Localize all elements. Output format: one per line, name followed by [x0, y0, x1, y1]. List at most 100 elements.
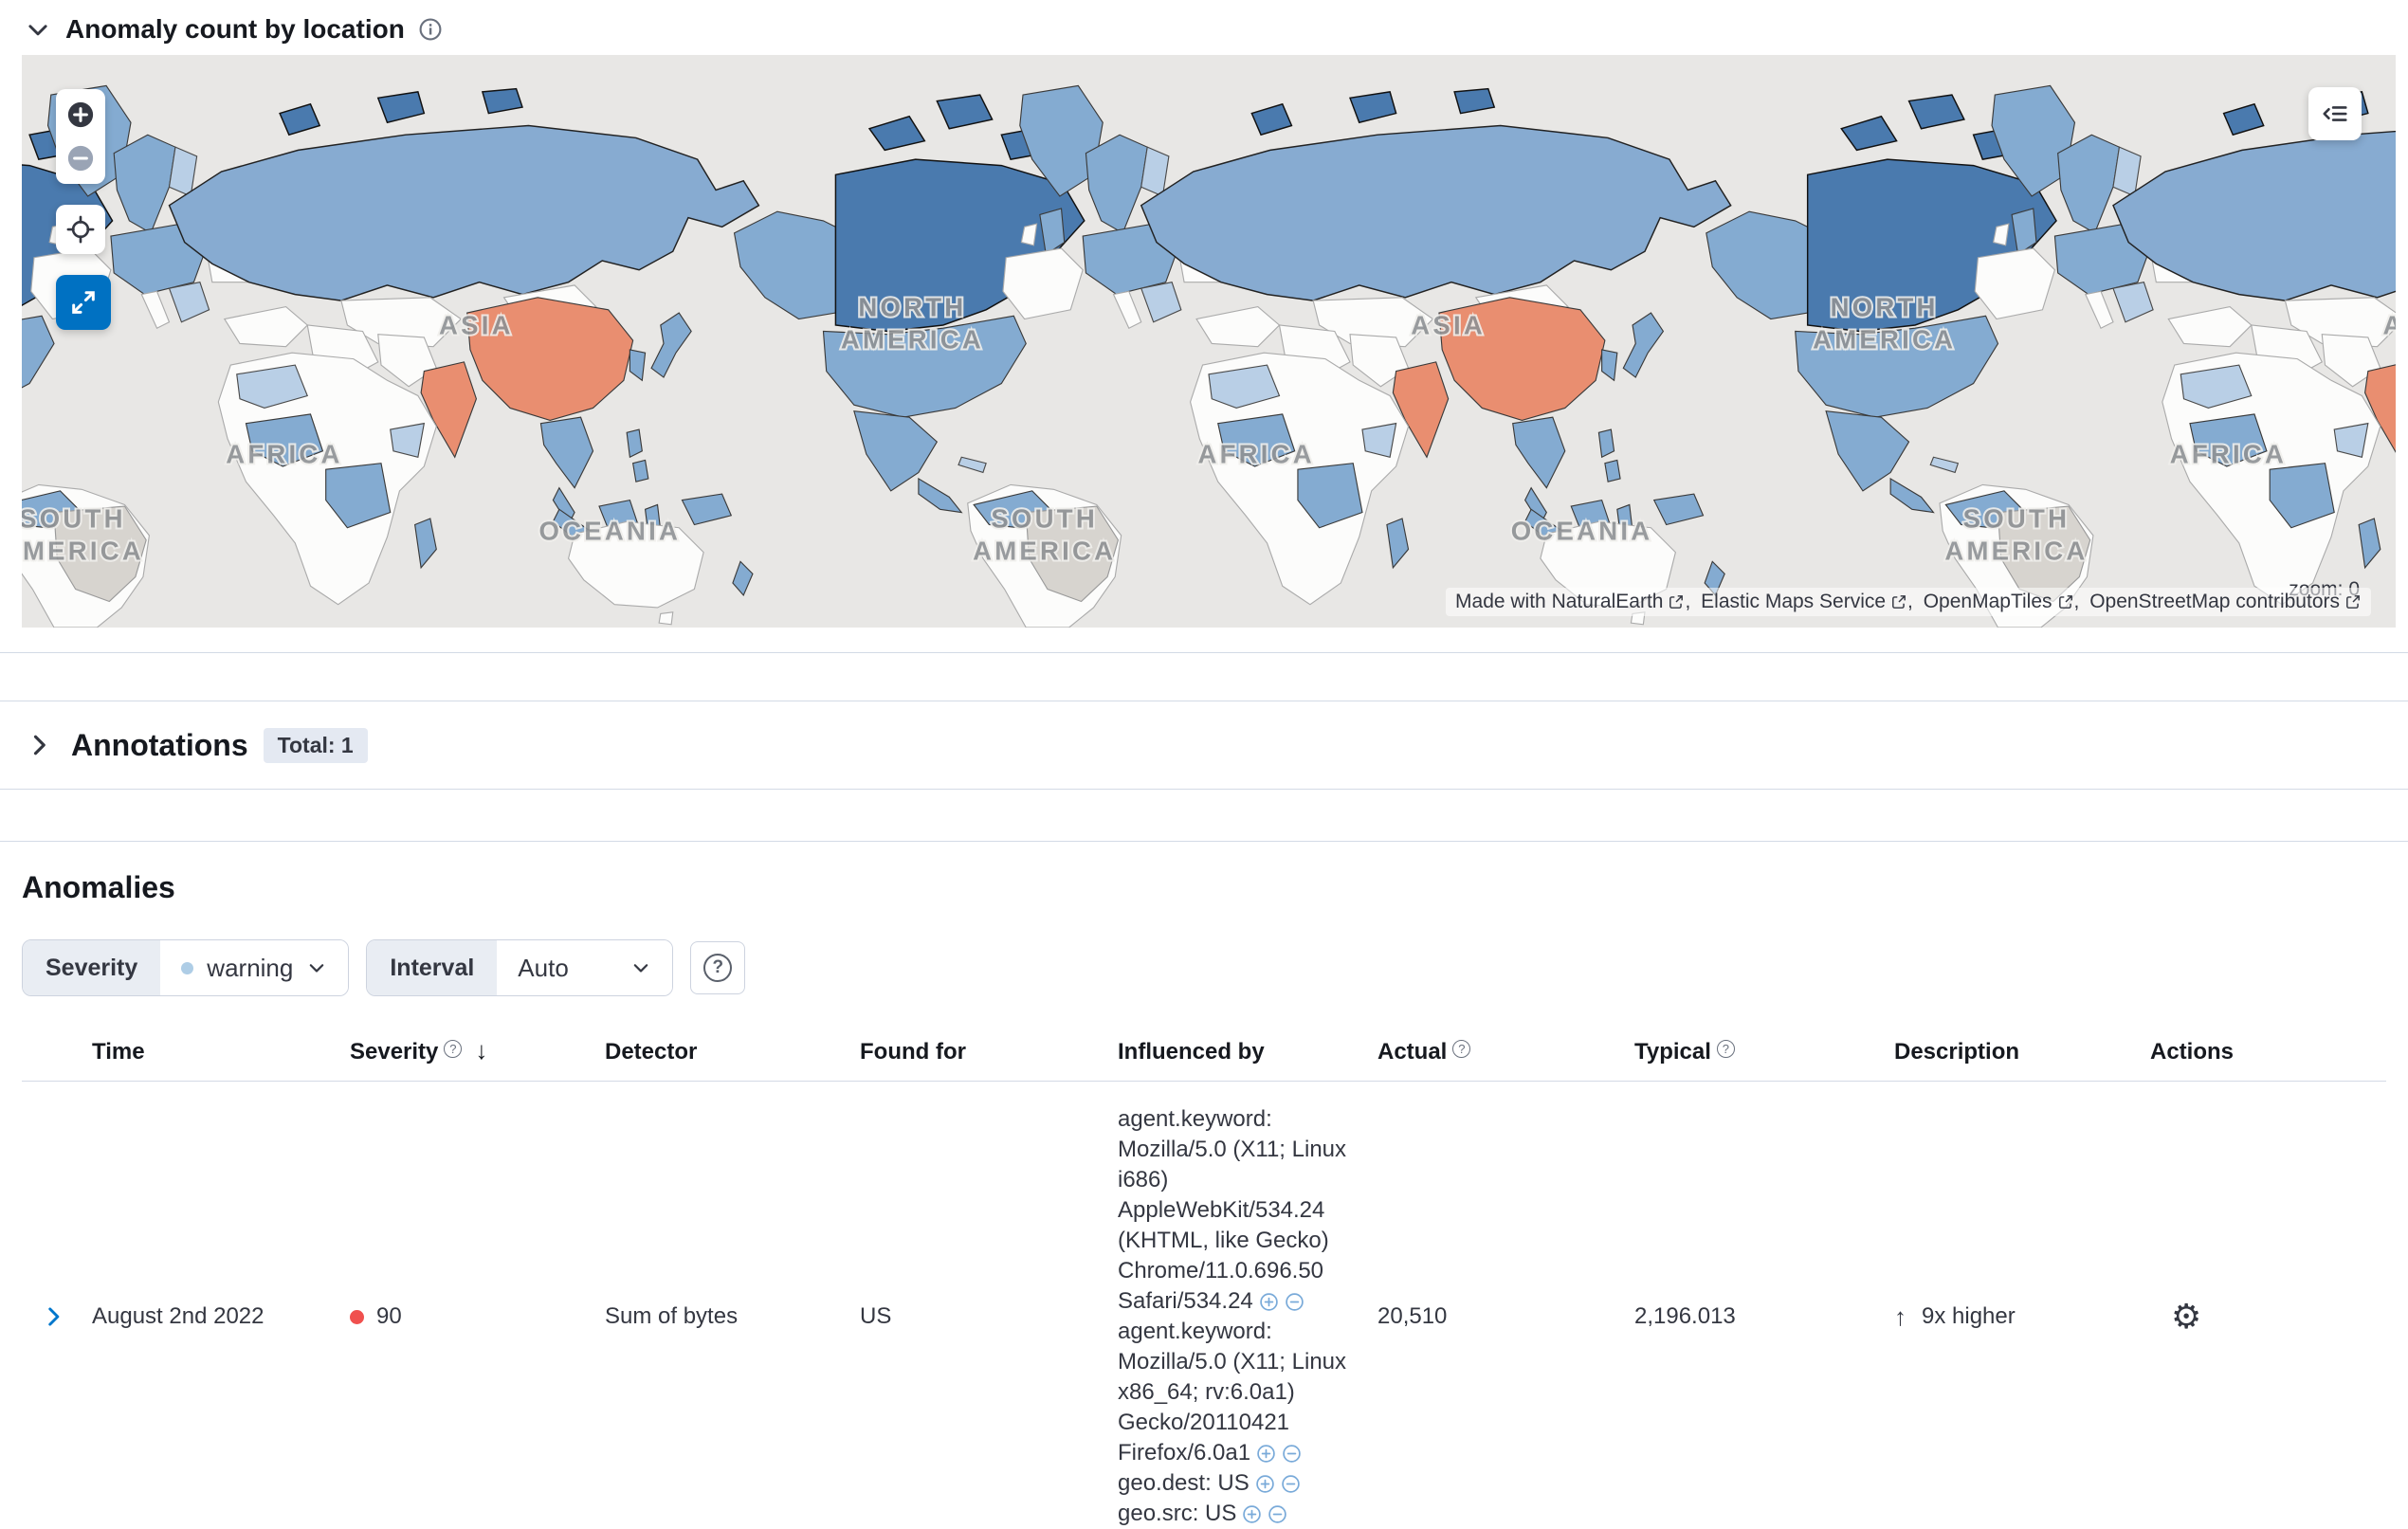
divider [0, 652, 2408, 653]
zoom-in-button[interactable] [56, 93, 105, 137]
attribution-text: Made with NaturalEarth [1455, 591, 1664, 612]
influencer-text: geo.dest: US [1118, 1470, 1250, 1496]
annotations-count-badge: Total: 1 [263, 727, 368, 763]
attribution-text: OpenStreetMap contributors [2089, 591, 2340, 612]
map-section-header: Anomaly count by location [0, 0, 2408, 55]
cell-actual: 20,510 [1377, 1303, 1448, 1329]
cell-typical: 2,196.013 [1634, 1303, 1736, 1329]
filter-for-icon[interactable] [1256, 1444, 1276, 1464]
expand-row-button[interactable] [37, 1301, 69, 1333]
map-controls [56, 89, 111, 330]
header-description: Description [1894, 1039, 2020, 1065]
cell-description: ↑ 9x higher [1894, 1302, 2150, 1332]
severity-filter-label: Severity [23, 940, 161, 995]
crosshair-icon [66, 215, 95, 244]
filter-out-icon[interactable] [1285, 1292, 1304, 1312]
gear-icon: ⚙ [2171, 1296, 2202, 1336]
annotations-title: Annotations [71, 728, 248, 762]
attribution-link-elastic-maps[interactable]: Elastic Maps Service [1685, 591, 1907, 613]
interval-select[interactable]: Auto [497, 940, 673, 995]
interval-filter-label: Interval [367, 940, 498, 995]
external-link-icon [1892, 595, 1906, 609]
plus-in-circle-icon [67, 101, 94, 128]
header-actions: Actions [2150, 1039, 2235, 1065]
world-map: ASIA NORTH AMERICA AFRICA OCEANIA SOUTH … [22, 55, 2396, 628]
header-severity[interactable]: Severity? ↓ [350, 1036, 605, 1065]
external-link-icon [2346, 595, 2360, 609]
chevron-down-icon [310, 964, 324, 973]
anomaly-explorer-page: Anomaly count by location Made with Natu… [0, 0, 2408, 1529]
header-actual: Actual? [1377, 1039, 1634, 1065]
row-actions-button[interactable]: ⚙ [2171, 1296, 2202, 1336]
severity-score: 90 [376, 1303, 402, 1329]
severity-filter-group: Severity warning [22, 939, 350, 996]
filter-for-icon[interactable] [1255, 1474, 1275, 1494]
anomaly-map[interactable]: ASIA NORTH AMERICA AFRICA OCEANIA SOUTH … [22, 55, 2396, 628]
severity-select-value: warning [207, 953, 294, 982]
attribution-text: OpenMapTiles [1923, 591, 2052, 612]
filter-for-icon[interactable] [1259, 1292, 1279, 1312]
legend-toggle-button[interactable] [2308, 87, 2362, 140]
header-found-for: Found for [860, 1039, 966, 1065]
locate-button[interactable] [56, 205, 105, 254]
zoom-out-button[interactable] [56, 137, 105, 180]
cell-actions: ⚙ [2150, 1296, 2386, 1336]
zoom-controls [56, 89, 105, 184]
filter-out-icon[interactable] [1282, 1444, 1302, 1464]
filter-out-icon[interactable] [1281, 1474, 1301, 1494]
question-icon[interactable]: ? [444, 1040, 463, 1058]
table-header-row: Time Severity? ↓ Detector Found for Influ… [22, 1036, 2386, 1082]
anomalies-filters: Severity warning Interval Auto ? [22, 939, 2386, 996]
header-typical: Typical? [1634, 1039, 1894, 1065]
question-icon[interactable]: ? [1452, 1040, 1471, 1058]
attribution-link-openstreetmap[interactable]: OpenStreetMap contributors [2074, 591, 2362, 613]
attribution-text: Elastic Maps Service [1701, 591, 1887, 612]
anomalies-table: Time Severity? ↓ Detector Found for Influ… [22, 1036, 2386, 1529]
chevron-right-icon [33, 735, 46, 755]
severity-critical-dot [350, 1309, 364, 1324]
anomalies-title: Anomalies [22, 870, 175, 904]
external-link-icon [1669, 595, 1684, 609]
fullscreen-button[interactable] [56, 275, 111, 330]
interval-help-button[interactable]: ? [690, 941, 746, 994]
header-influenced-by: Influenced by [1118, 1039, 1265, 1065]
influencer-item: geo.src: US [1118, 1499, 1360, 1529]
severity-select[interactable]: warning [160, 940, 349, 995]
question-in-circle-icon: ? [703, 954, 733, 982]
map-attribution: Made with NaturalEarth Elastic Maps Serv… [1446, 588, 2371, 616]
minus-in-circle-icon [67, 145, 94, 172]
influencer-item: agent.keyword: Mozilla/5.0 (X11; Linux i… [1118, 1104, 1360, 1317]
influencer-text: agent.keyword: Mozilla/5.0 (X11; Linux i… [1118, 1106, 1347, 1314]
table-row: August 2nd 2022 90 Sum of bytes US agent… [22, 1082, 2386, 1529]
question-icon[interactable]: ? [1716, 1040, 1735, 1058]
chevron-down-icon [28, 25, 47, 36]
influencer-text: geo.src: US [1118, 1501, 1237, 1526]
collapse-legend-icon [2323, 106, 2347, 121]
attribution-link-openmaptiles[interactable]: OpenMapTiles [1907, 591, 2073, 613]
description-text: 9x higher [1922, 1303, 2016, 1329]
influencer-text: agent.keyword: Mozilla/5.0 (X11; Linux x… [1118, 1319, 1347, 1465]
cell-time: August 2nd 2022 [92, 1303, 265, 1329]
arrow-up-icon: ↑ [1894, 1301, 1906, 1331]
cell-influenced-by: agent.keyword: Mozilla/5.0 (X11; Linux i… [1118, 1104, 1377, 1529]
filter-out-icon[interactable] [1268, 1504, 1287, 1524]
severity-warning-dot [181, 961, 194, 974]
divider [0, 789, 2408, 790]
info-icon[interactable] [418, 17, 443, 42]
influencer-item: geo.dest: US [1118, 1468, 1360, 1499]
chevron-right-icon [48, 1307, 60, 1326]
sort-down-icon[interactable]: ↓ [475, 1036, 487, 1065]
interval-filter-group: Interval Auto [366, 939, 674, 996]
header-time: Time [92, 1039, 145, 1065]
cell-severity: 90 [350, 1303, 605, 1330]
expand-icon [72, 291, 95, 314]
expand-annotations-button[interactable] [22, 728, 56, 762]
filter-for-icon[interactable] [1242, 1504, 1262, 1524]
attribution-link-naturalearth[interactable]: Made with NaturalEarth [1455, 591, 1685, 613]
chevron-down-icon [634, 964, 648, 973]
row-expander-cell [22, 1301, 92, 1333]
header-detector: Detector [605, 1039, 698, 1065]
external-link-icon [2058, 595, 2072, 609]
interval-select-value: Auto [518, 953, 569, 982]
collapse-section-button[interactable] [22, 13, 54, 46]
